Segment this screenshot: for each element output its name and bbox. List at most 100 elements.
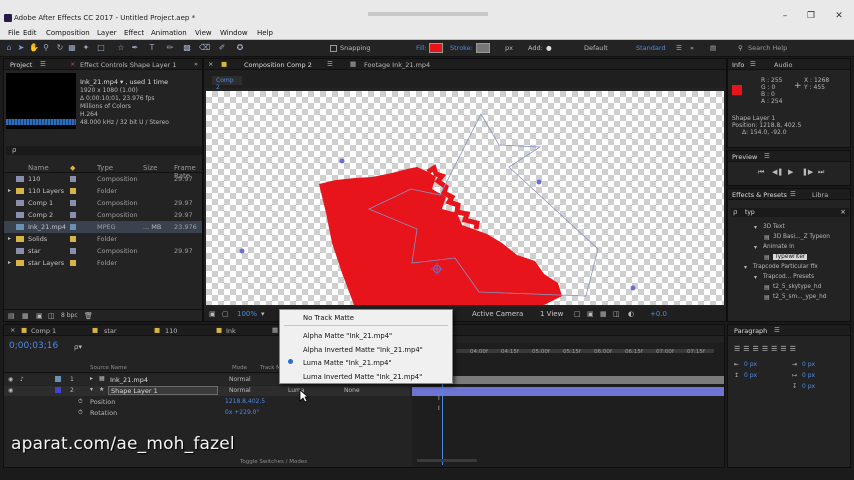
project-item[interactable]: ▸ star Layers Folder <box>4 257 202 269</box>
label-color-swatch[interactable] <box>70 188 76 194</box>
label-color-swatch[interactable] <box>70 176 76 182</box>
stopwatch-icon[interactable]: ⏱ <box>78 409 83 417</box>
label-color-swatch[interactable] <box>70 200 76 206</box>
tab-composition-comp-2[interactable]: Composition Comp 2 <box>244 61 312 69</box>
menu-window[interactable]: Window <box>220 29 248 37</box>
minimize-button[interactable]: – <box>780 11 790 21</box>
time-ruler[interactable]: 04:00f 04:15f 05:00f 05:15f 06:00f 06:15f 07:0… <box>412 349 724 358</box>
current-timecode[interactable]: 0;00;03;16 <box>9 341 58 351</box>
tab-effect-controls[interactable]: Effect Controls Shape Layer 1 <box>80 61 176 69</box>
view-layout-dropdown[interactable]: 1 View <box>540 310 563 318</box>
pan-behind-tool-icon[interactable]: ✦ <box>81 43 91 53</box>
layer-mode[interactable]: Normal <box>229 376 251 383</box>
close-button[interactable]: ✕ <box>834 11 844 21</box>
selection-tool-icon[interactable]: ➤ <box>16 43 26 53</box>
rotation-tool-icon[interactable]: ↻ <box>55 43 65 53</box>
toggle-pixel-aspect-icon[interactable]: □ <box>574 310 581 318</box>
label-color-swatch[interactable] <box>70 260 76 266</box>
info-menu-icon[interactable]: ☰ <box>750 60 756 68</box>
expand-arrow-icon[interactable]: ▸ <box>8 187 11 194</box>
effects-tree-item[interactable]: ▤ 3D Basi..._Z Typeon <box>728 233 850 243</box>
expand-arrow-icon[interactable]: ▸ <box>90 375 93 382</box>
layer-label-color[interactable] <box>55 387 61 393</box>
expand-arrow-icon[interactable]: ▸ <box>8 235 11 242</box>
label-color-swatch[interactable] <box>70 248 76 254</box>
flowchart-icon[interactable]: ◫ <box>613 310 620 318</box>
play-icon[interactable]: ▶ <box>788 168 793 176</box>
roto-brush-tool-icon[interactable]: ✐ <box>217 43 227 53</box>
clone-stamp-tool-icon[interactable]: ▩ <box>182 43 192 53</box>
camera-dropdown[interactable]: Active Camera <box>472 310 523 318</box>
workspace-overflow-icon[interactable]: » <box>690 44 694 52</box>
new-comp-icon[interactable]: ▣ <box>36 312 43 320</box>
header-source-name[interactable]: Source Name <box>90 365 127 371</box>
effects-tree-item[interactable]: ▤ t2_5_sm..._ype_hd <box>728 293 850 303</box>
clear-search-icon[interactable]: × <box>840 208 846 216</box>
last-frame-icon[interactable]: ⏭ <box>818 168 824 177</box>
effects-tree-item[interactable]: ▾ Trapcode Particular ffx <box>728 263 850 273</box>
tab-110[interactable]: 110 <box>165 327 177 335</box>
audio-icon[interactable]: ♪ <box>20 376 24 383</box>
keyframe-icon[interactable]: I <box>438 405 440 412</box>
fill-swatch[interactable] <box>429 43 443 53</box>
panel-overflow-icon[interactable]: » <box>194 60 198 68</box>
interpret-footage-icon[interactable]: ▤ <box>8 312 15 320</box>
layer-name[interactable]: Ink_21.mp4 <box>110 376 148 384</box>
close-tab-icon[interactable]: × <box>208 60 213 68</box>
menu-layer[interactable]: Layer <box>97 29 117 37</box>
tab-comp-1[interactable]: Comp 1 <box>31 327 56 335</box>
menu-effect[interactable]: Effect <box>124 29 144 37</box>
tab-project[interactable]: Project <box>10 61 32 69</box>
magnification-icon[interactable]: ▢ <box>222 310 229 318</box>
indent-left-field[interactable]: 0 px <box>744 361 757 368</box>
header-mode[interactable]: Mode <box>232 365 247 371</box>
brush-tool-icon[interactable]: ✏ <box>165 43 175 53</box>
tab-effects-presets[interactable]: Effects & Presets <box>732 191 787 199</box>
timeline-graph-area[interactable]: I I <box>412 343 724 467</box>
hand-tool-icon[interactable]: ✋ <box>29 43 39 53</box>
project-item[interactable]: ▸ 110 Layers Folder <box>4 185 202 197</box>
space-after-field[interactable]: 0 px <box>802 383 815 390</box>
project-item[interactable]: Comp 2 Composition 29.97 <box>4 209 202 221</box>
close-tab-icon[interactable]: × <box>10 326 15 334</box>
tab-libraries[interactable]: Libra <box>812 191 828 199</box>
tab-footage[interactable]: Footage Ink_21.mp4 <box>364 61 430 69</box>
menu-item-luma-inverted-matte[interactable]: Luma Inverted Matte "Ink_21.mp4" <box>303 373 422 381</box>
tab-info[interactable]: Info <box>732 61 744 69</box>
preview-menu-icon[interactable]: ☰ <box>764 152 770 160</box>
label-color-swatch[interactable] <box>70 212 76 218</box>
project-item[interactable]: Comp 1 Composition 29.97 <box>4 197 202 209</box>
delete-icon[interactable]: 🗑 <box>84 312 93 320</box>
menu-help[interactable]: Help <box>257 29 273 37</box>
menu-edit[interactable]: Edit <box>23 29 37 37</box>
search-help-field[interactable]: Search Help <box>748 44 787 52</box>
project-item[interactable]: star Composition 29.97 <box>4 245 202 257</box>
stopwatch-icon[interactable]: ⏱ <box>78 398 83 406</box>
parent-dropdown[interactable]: None <box>344 387 360 394</box>
timeline-icon[interactable]: ▦ <box>600 310 607 318</box>
project-item[interactable]: 110 Composition 29.97 <box>4 173 202 185</box>
menu-animation[interactable]: Animation <box>151 29 187 37</box>
star-tool-icon[interactable]: ☆ <box>116 43 126 53</box>
effects-tree-item[interactable]: ▾ Trapcod... Presets <box>728 273 850 283</box>
tab-ink[interactable]: Ink <box>226 327 236 335</box>
workspace-menu-icon[interactable]: ☰ <box>676 44 682 52</box>
footage-lock-icon[interactable]: ▦ <box>350 60 356 68</box>
effects-tree-item[interactable]: ▾ Animate In <box>728 243 850 253</box>
tab-preview[interactable]: Preview <box>732 153 757 161</box>
layer-label-color[interactable] <box>55 376 61 382</box>
comp-menu-icon[interactable]: ☰ <box>327 60 333 68</box>
panel-sync-icon[interactable]: ▤ <box>710 44 716 52</box>
property-value[interactable]: 1218.8,402.5 <box>225 398 265 405</box>
type-tool-icon[interactable]: T <box>147 43 157 53</box>
tab-audio[interactable]: Audio <box>774 61 792 69</box>
first-line-indent-field[interactable]: 0 px <box>802 372 815 379</box>
zoom-dropdown[interactable]: 100% <box>237 310 257 318</box>
maximize-button[interactable]: ❐ <box>806 11 816 21</box>
add-dropdown[interactable]: ● <box>546 44 552 52</box>
zoom-slider[interactable] <box>417 459 477 462</box>
stroke-swatch[interactable] <box>476 43 490 53</box>
indent-right-field[interactable]: 0 px <box>802 361 815 368</box>
effects-tree-item[interactable]: ▤ t2_5_skytype_hd <box>728 283 850 293</box>
alignment-buttons[interactable]: ☰☰☰☰☰☰☰ <box>734 345 799 353</box>
